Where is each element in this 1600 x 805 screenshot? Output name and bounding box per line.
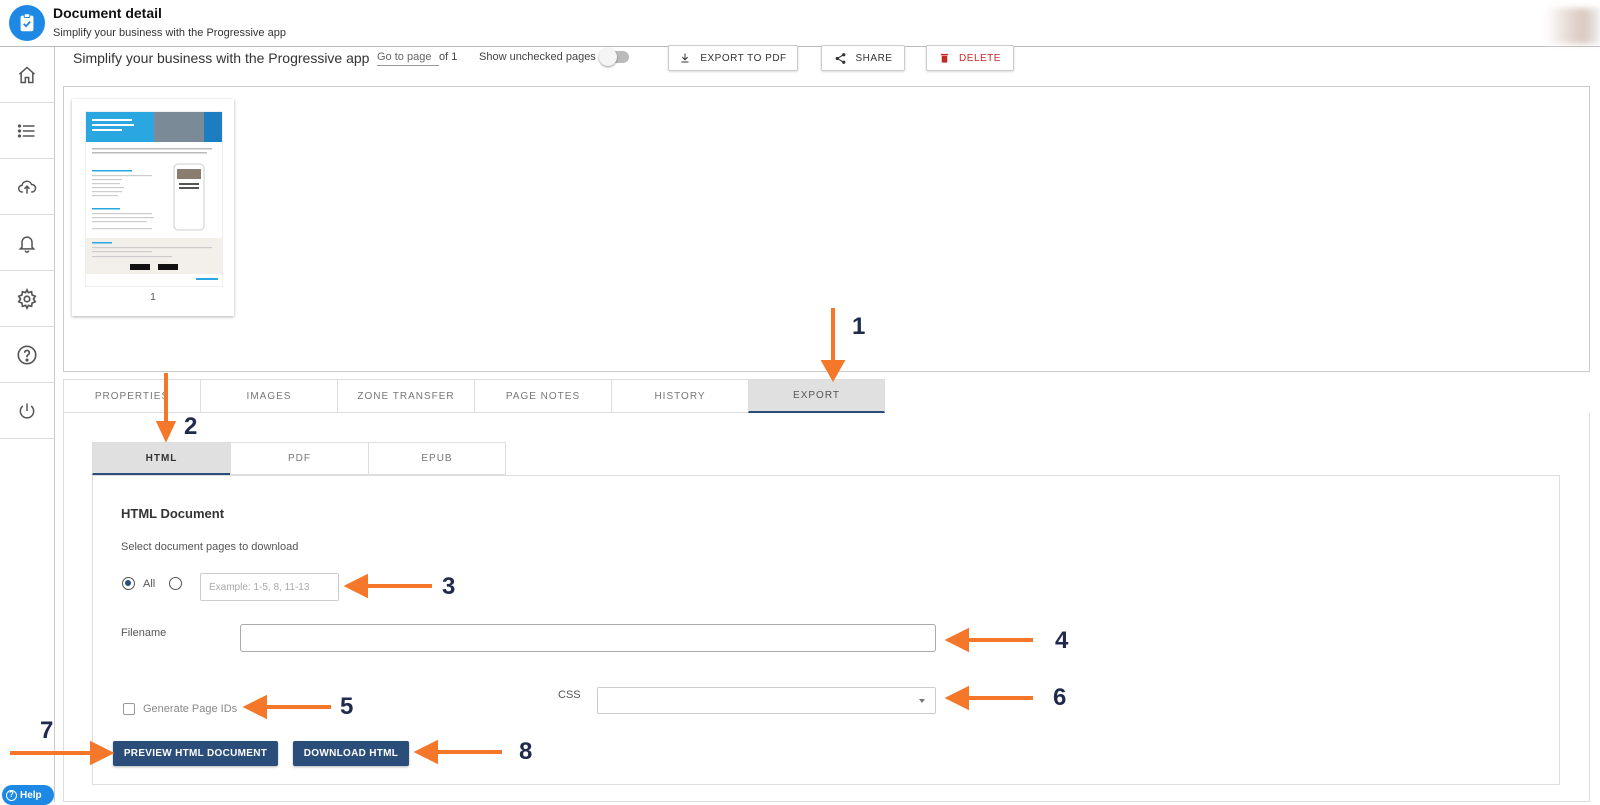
home-icon bbox=[19, 65, 35, 83]
share-icon bbox=[835, 52, 845, 64]
bell-icon bbox=[18, 235, 36, 253]
help-circle-icon bbox=[17, 344, 37, 365]
css-label: CSS bbox=[558, 689, 581, 701]
preview-html-button[interactable]: PREVIEW HTML DOCUMENT bbox=[113, 741, 278, 766]
page-subtitle: Simplify your business with the Progress… bbox=[53, 27, 286, 39]
sidebar-item-logout[interactable] bbox=[0, 383, 54, 439]
annotation-number-5: 5 bbox=[340, 693, 354, 720]
gear-icon bbox=[17, 287, 37, 310]
annotation-number-1: 1 bbox=[852, 313, 866, 340]
share-label: SHARE bbox=[855, 52, 893, 64]
help-label: Help bbox=[20, 789, 42, 801]
filename-label: Filename bbox=[121, 627, 167, 639]
export-to-pdf-label: EXPORT TO PDF bbox=[700, 52, 787, 64]
generate-page-ids-label: Generate Page IDs bbox=[143, 703, 238, 715]
page-count: of 1 bbox=[439, 51, 458, 63]
power-icon bbox=[19, 403, 35, 419]
avatar[interactable] bbox=[1545, 8, 1600, 44]
export-format-tabs: HTML PDF EPUB bbox=[92, 442, 506, 475]
page-number-label: 1 bbox=[150, 292, 156, 303]
trash-icon bbox=[940, 53, 949, 63]
sidebar-item-list[interactable] bbox=[0, 103, 54, 159]
page-thumbnail[interactable]: 1 bbox=[72, 99, 234, 316]
radio-all[interactable] bbox=[122, 577, 135, 590]
tab-history[interactable]: HISTORY bbox=[611, 379, 748, 413]
radio-all-label: All bbox=[143, 578, 156, 590]
css-select[interactable] bbox=[597, 687, 936, 714]
generate-page-ids-checkbox[interactable] bbox=[123, 703, 135, 715]
help-icon: ? bbox=[6, 789, 17, 801]
thumbnail-panel: 1 bbox=[63, 86, 1590, 372]
show-unchecked-toggle[interactable] bbox=[599, 48, 629, 66]
help-button[interactable]: ? Help bbox=[2, 785, 54, 805]
annotation-number-7: 7 bbox=[40, 717, 54, 744]
cloud-upload-icon bbox=[18, 180, 37, 194]
document-name: Simplify your business with the Progress… bbox=[73, 50, 370, 66]
toggle-knob bbox=[599, 48, 617, 66]
delete-button[interactable]: DELETE bbox=[926, 45, 1014, 71]
subtab-html[interactable]: HTML bbox=[92, 442, 230, 475]
radio-page-range[interactable] bbox=[169, 577, 182, 590]
show-unchecked-label: Show unchecked pages bbox=[479, 51, 596, 63]
chevron-down-icon bbox=[919, 699, 925, 703]
annotation-number-4: 4 bbox=[1055, 627, 1069, 654]
page-title: Document detail bbox=[53, 5, 162, 21]
tab-zone-transfer[interactable]: ZONE TRANSFER bbox=[337, 379, 474, 413]
sidebar-item-notifications[interactable] bbox=[0, 215, 54, 271]
download-html-button[interactable]: DOWNLOAD HTML bbox=[293, 741, 409, 766]
sidebar-item-help[interactable] bbox=[0, 327, 54, 383]
annotation-number-6: 6 bbox=[1053, 684, 1067, 711]
tab-export[interactable]: EXPORT bbox=[748, 379, 885, 413]
delete-label: DELETE bbox=[959, 52, 1001, 64]
sidebar-item-upload[interactable] bbox=[0, 159, 54, 215]
tab-properties[interactable]: PROPERTIES bbox=[63, 379, 200, 413]
download-icon bbox=[681, 53, 689, 63]
tab-page-notes[interactable]: PAGE NOTES bbox=[474, 379, 611, 413]
document-tabs: PROPERTIES IMAGES ZONE TRANSFER PAGE NOT… bbox=[63, 379, 885, 413]
list-icon bbox=[17, 123, 35, 138]
tab-images[interactable]: IMAGES bbox=[200, 379, 337, 413]
sidebar bbox=[0, 47, 55, 802]
page-preview-image bbox=[85, 111, 223, 287]
section-title: HTML Document bbox=[121, 506, 225, 521]
page-range-input[interactable] bbox=[200, 573, 339, 601]
goto-page-input[interactable]: Go to page bbox=[377, 51, 439, 66]
subtab-epub[interactable]: EPUB bbox=[368, 442, 506, 475]
annotation-number-8: 8 bbox=[519, 738, 533, 765]
subtab-pdf[interactable]: PDF bbox=[230, 442, 368, 475]
app-logo-icon bbox=[9, 5, 45, 41]
filename-input[interactable] bbox=[240, 624, 936, 652]
sidebar-item-settings[interactable] bbox=[0, 271, 54, 327]
annotation-number-2: 2 bbox=[184, 413, 198, 440]
share-button[interactable]: SHARE bbox=[821, 45, 905, 71]
select-pages-label: Select document pages to download bbox=[121, 541, 299, 553]
export-to-pdf-button[interactable]: EXPORT TO PDF bbox=[668, 45, 798, 71]
sidebar-item-home[interactable] bbox=[0, 47, 54, 103]
top-bar: Document detail Simplify your business w… bbox=[0, 0, 1600, 47]
annotation-number-3: 3 bbox=[442, 573, 456, 600]
